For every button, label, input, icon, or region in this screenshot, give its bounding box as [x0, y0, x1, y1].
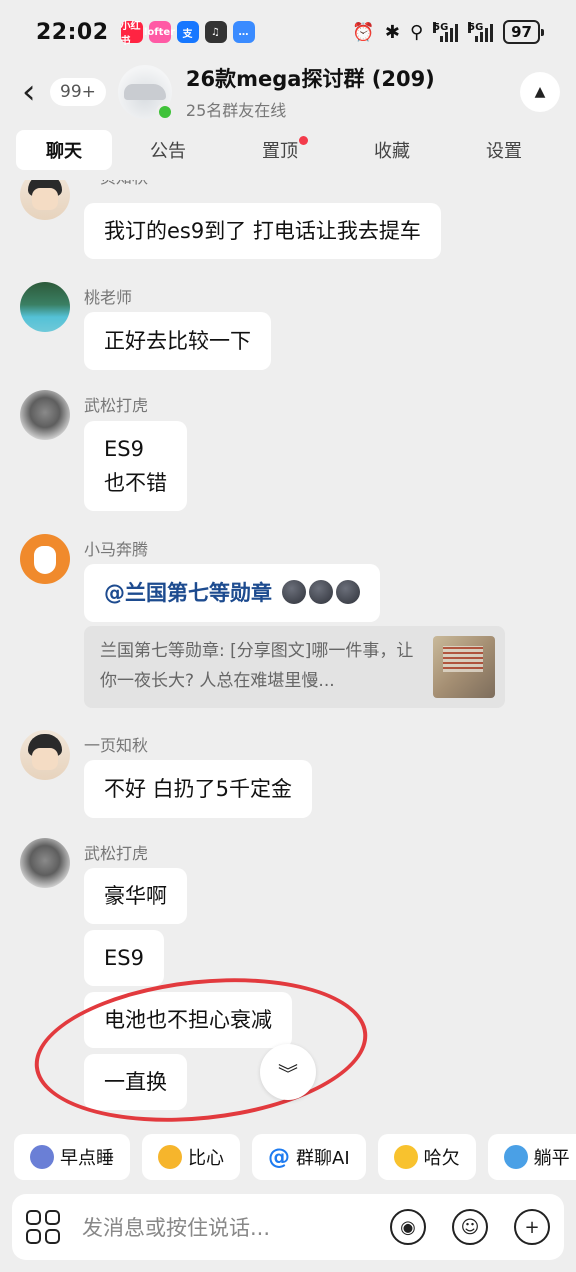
sender-name: 武松打虎	[84, 396, 149, 415]
red-dot-icon	[299, 136, 308, 145]
message-bubble[interactable]: @兰国第七等勋章	[84, 564, 380, 622]
quoted-message[interactable]: 兰国第七等勋章: [分享图文]哪一件事，让你一夜长大? 人总在难堪里慢...	[84, 626, 505, 708]
message-line: ES9	[104, 437, 144, 461]
group-avatar[interactable]	[117, 65, 174, 121]
voice-button[interactable]: ◉	[390, 1209, 426, 1245]
signal-icon: 5G	[433, 22, 459, 42]
message-bubble[interactable]: 不好 白扔了5千定金	[84, 760, 313, 818]
message-input[interactable]: 发消息或按住说话...	[82, 1212, 364, 1242]
collapse-button[interactable]: ▲	[520, 72, 560, 112]
avatar[interactable]	[20, 534, 70, 584]
battery-indicator: 97	[503, 20, 544, 44]
message-input-bar: 发消息或按住说话... ◉ ☺ +	[12, 1194, 564, 1260]
quick-reply-chip[interactable]: 哈欠	[377, 1134, 476, 1180]
online-dot-icon	[155, 103, 174, 121]
smiley-icon: ☺	[460, 1216, 480, 1238]
online-count: 25名群友在线	[185, 101, 287, 120]
lying-flat-emoji-icon	[503, 1145, 528, 1169]
signal-icon: 5G	[468, 22, 494, 42]
avatar[interactable]	[20, 838, 70, 888]
message-app-icon: …	[232, 21, 255, 43]
bluetooth-icon: ✱	[384, 21, 400, 43]
quick-reply-chip[interactable]: 早点睡	[14, 1134, 130, 1180]
quick-reply-chip[interactable]: 躺平	[487, 1134, 576, 1180]
voice-wave-icon: ◉	[400, 1216, 416, 1238]
double-chevron-down-icon: ︾	[278, 1061, 298, 1086]
dark-face-emoji-icon	[281, 580, 306, 604]
back-arrow-icon[interactable]: ‹	[22, 75, 46, 109]
quote-thumbnail[interactable]	[433, 636, 495, 698]
plus-button[interactable]: +	[514, 1209, 550, 1245]
quick-reply-chip[interactable]: @ 群聊AI	[252, 1134, 366, 1180]
message-list[interactable]: 一页知秋 我订的es9到了 打电话让我去提车 桃老师 正好去比较一下 武松打虎 …	[0, 180, 576, 1128]
tab-pinned-label: 置顶	[262, 141, 298, 162]
tab-pinned[interactable]: 置顶	[224, 130, 336, 170]
chat-header: ‹ 99+ 26款mega探讨群 (209) 25名群友在线 ▲	[0, 63, 576, 121]
quick-reply-bar: 早点睡 比心 @ 群聊AI 哈欠 躺平	[14, 1134, 576, 1180]
chip-label: 躺平	[533, 1148, 570, 1169]
message-bubble[interactable]: 豪华啊	[84, 868, 187, 924]
triangle-up-icon: ▲	[534, 84, 546, 100]
avatar[interactable]	[20, 282, 70, 332]
chip-label: 比心	[188, 1148, 224, 1169]
notification-icons: 小红书 lofter 支 ♫ …	[120, 21, 255, 47]
clock: 22:02	[36, 19, 109, 45]
tab-settings[interactable]: 设置	[448, 130, 560, 170]
sender-name: 一页知秋	[84, 736, 149, 755]
mention-link[interactable]: @兰国第七等勋章	[104, 581, 272, 605]
chip-label: 早点睡	[60, 1148, 114, 1169]
tab-favorites[interactable]: 收藏	[336, 130, 448, 170]
avatar[interactable]	[20, 390, 70, 440]
moon-emoji-icon	[30, 1145, 54, 1169]
message-bubble[interactable]: ES9 也不错	[84, 421, 187, 511]
avatar[interactable]	[20, 180, 70, 220]
xiaohongshu-app-icon: 小红书	[120, 21, 143, 47]
unread-badge[interactable]: 99+	[50, 78, 106, 106]
heart-hand-emoji-icon	[158, 1145, 182, 1169]
message-bubble[interactable]: 正好去比较一下	[84, 312, 271, 370]
chip-label: 哈欠	[423, 1148, 460, 1169]
tab-announcement[interactable]: 公告	[112, 130, 224, 170]
message-bubble[interactable]: ES9	[84, 930, 164, 986]
tab-chat[interactable]: 聊天	[16, 130, 112, 170]
quick-reply-chip[interactable]: 比心	[142, 1134, 240, 1180]
at-icon: @	[268, 1144, 290, 1170]
tab-bar: 聊天 公告 置顶 收藏 设置	[16, 130, 560, 170]
message-line: 也不错	[104, 471, 167, 495]
plus-icon: +	[524, 1216, 540, 1238]
audio-app-icon: ♫	[204, 21, 227, 43]
alipay-app-icon: 支	[176, 21, 199, 43]
avatar[interactable]	[20, 730, 70, 780]
sender-name: 桃老师	[84, 288, 133, 307]
status-bar: 22:02 小红书 lofter 支 ♫ … ⏰ ✱ ⚲ 5G 5G 97	[0, 0, 576, 64]
apps-grid-icon[interactable]	[26, 1210, 60, 1244]
group-title[interactable]: 26款mega探讨群 (209)	[186, 63, 435, 93]
chip-label: 群聊AI	[296, 1148, 350, 1169]
sender-name: 武松打虎	[84, 844, 149, 863]
dark-face-emoji-icon	[308, 580, 333, 604]
location-icon: ⚲	[409, 21, 424, 43]
dark-face-emoji-icon	[335, 580, 360, 604]
emoji-button[interactable]: ☺	[452, 1209, 488, 1245]
sender-name: 小马奔腾	[84, 540, 149, 559]
message-bubble[interactable]: 电池也不担心衰减	[84, 992, 292, 1048]
sender-name: 一页知秋	[84, 180, 148, 188]
message-bubble[interactable]: 我订的es9到了 打电话让我去提车	[84, 203, 441, 259]
lofter-app-icon: lofter	[144, 21, 175, 43]
alarm-icon: ⏰	[352, 21, 375, 43]
car-icon	[123, 84, 166, 100]
yawn-emoji-icon	[393, 1145, 418, 1169]
message-bubble[interactable]: 一直换	[84, 1054, 187, 1110]
scroll-to-bottom-button[interactable]: ︾	[260, 1044, 316, 1100]
quote-text: 兰国第七等勋章: [分享图文]哪一件事，让你一夜长大? 人总在难堪里慢...	[100, 641, 414, 691]
